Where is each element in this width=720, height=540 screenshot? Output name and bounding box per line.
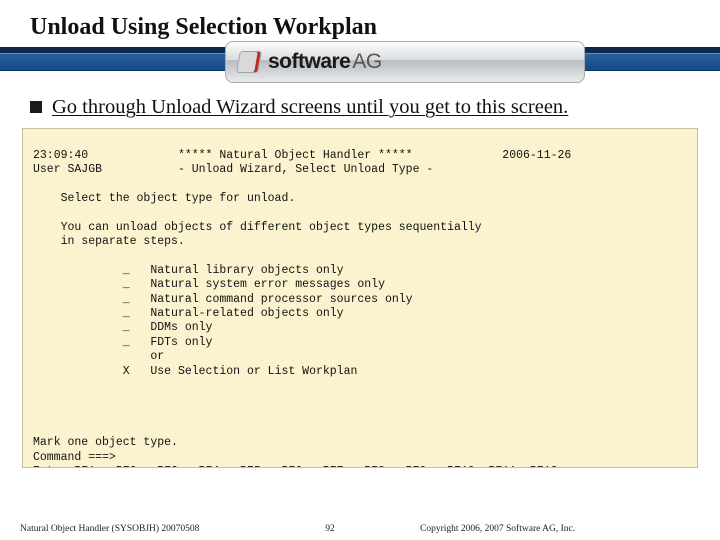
term-opt-4: Natural-related objects only <box>150 307 343 320</box>
term-prompt-2b: in separate steps. <box>61 235 185 248</box>
term-pf-row1: Enter-PF1---PF2---PF3---PF4---PF5---PF6-… <box>33 465 578 467</box>
terminal-panel: 23:09:40 ***** Natural Object Handler **… <box>22 128 698 468</box>
footer-right: Copyright 2006, 2007 Software AG, Inc. <box>360 524 700 534</box>
term-opt-1: Natural library objects only <box>150 264 343 277</box>
slide-title: Unload Using Selection Workplan <box>30 14 720 41</box>
term-hint: Mark one object type. <box>33 436 178 449</box>
term-date: 2006-11-26 <box>502 149 571 162</box>
term-opt-8: Use Selection or List Workplan <box>150 365 357 378</box>
term-time: 23:09:40 <box>33 149 88 162</box>
term-user: User SAJGB <box>33 163 102 176</box>
term-prompt-2a: You can unload objects of different obje… <box>61 221 482 234</box>
footer-left: Natural Object Handler (SYSOBJH) 2007050… <box>20 524 300 534</box>
footer-page: 92 <box>300 524 360 534</box>
brand-text-suffix: AG <box>352 50 381 74</box>
brand-text-prefix: software <box>268 50 350 74</box>
term-opt-5: DDMs only <box>150 321 212 334</box>
bullet-icon <box>30 101 42 113</box>
term-mark-x[interactable]: X <box>123 365 130 378</box>
logo-icon <box>236 51 262 73</box>
term-subtitle: - Unload Wizard, Select Unload Type - <box>178 163 433 176</box>
brand-bar: software AG <box>0 47 720 83</box>
term-prompt-1: Select the object type for unload. <box>61 192 296 205</box>
footer: Natural Object Handler (SYSOBJH) 2007050… <box>0 524 720 534</box>
term-command[interactable]: Command ===> <box>33 451 116 464</box>
term-opt-6: FDTs only <box>150 336 212 349</box>
term-opt-2: Natural system error messages only <box>150 278 385 291</box>
brand-logo: software AG <box>225 41 585 83</box>
term-opt-3: Natural command processor sources only <box>150 293 412 306</box>
term-opt-7: or <box>150 350 164 363</box>
term-app-title: ***** Natural Object Handler ***** <box>178 149 413 162</box>
bullet-text: Go through Unload Wizard screens until y… <box>52 95 568 120</box>
